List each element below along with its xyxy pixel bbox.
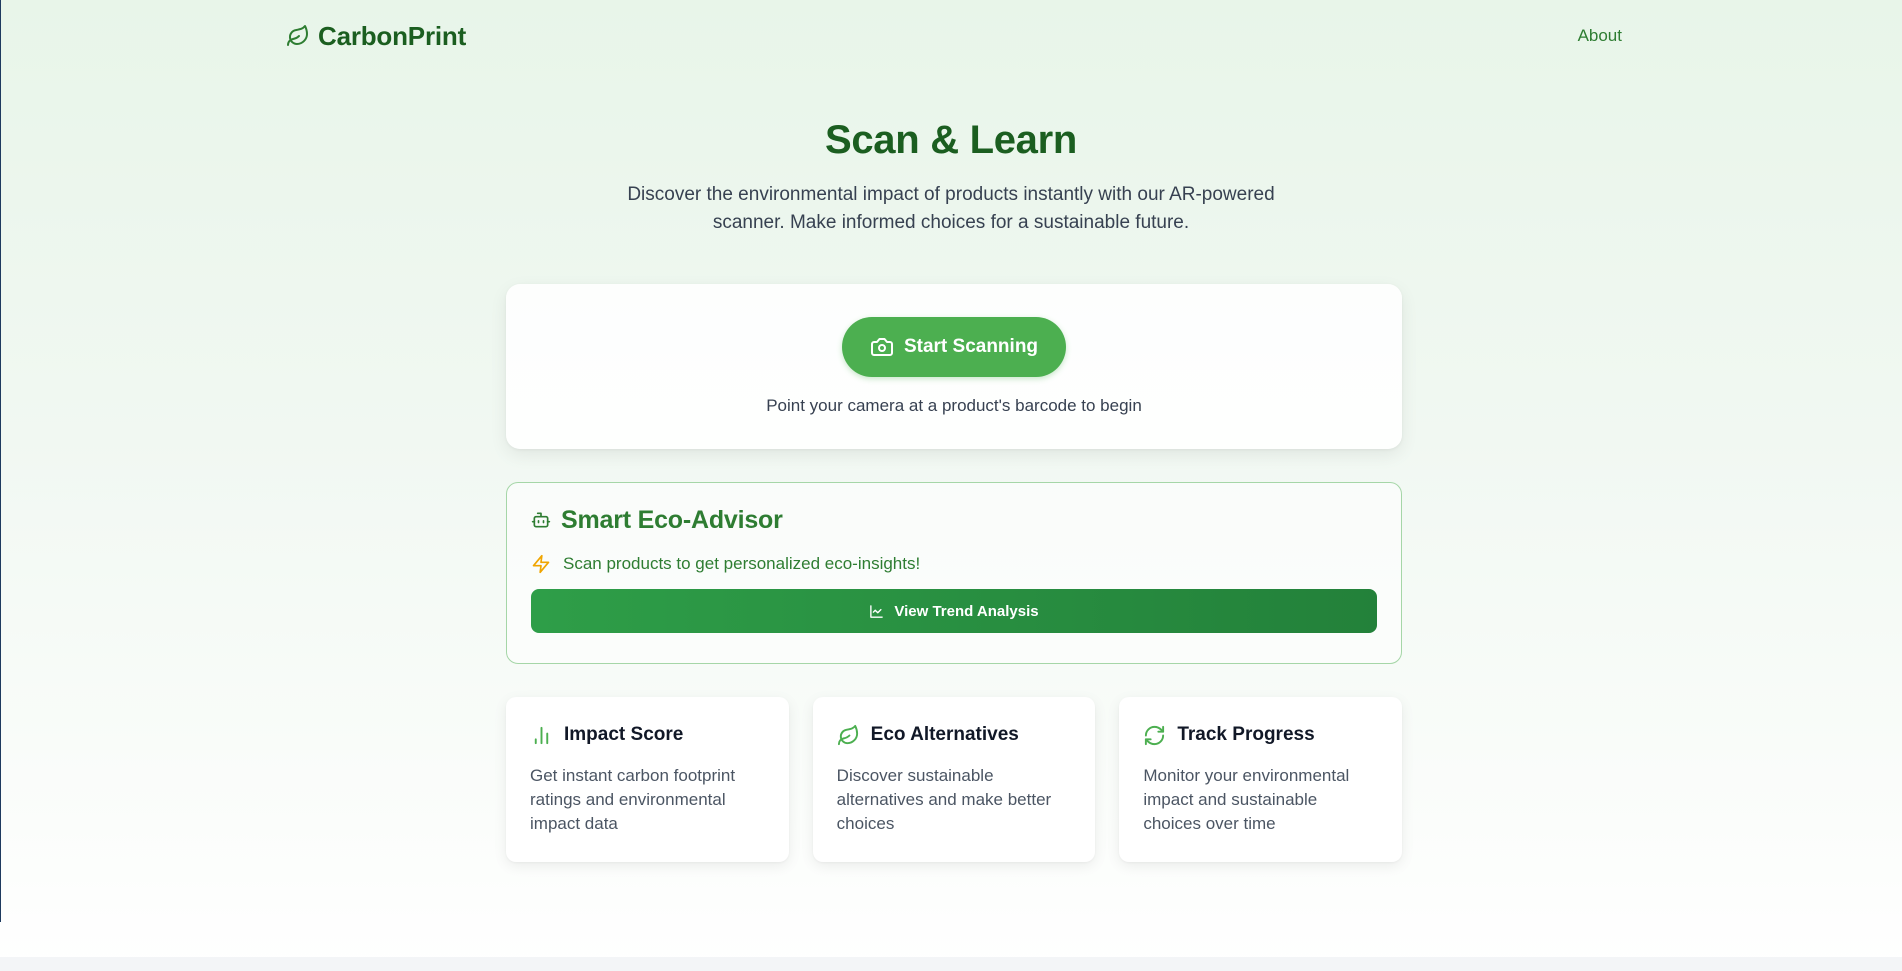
lightning-icon (531, 554, 551, 574)
feature-title: Eco Alternatives (870, 724, 1019, 745)
camera-icon (870, 335, 894, 359)
bar-chart-icon (530, 724, 553, 747)
advisor-title: Smart Eco-Advisor (561, 505, 783, 534)
view-trend-analysis-button[interactable]: View Trend Analysis (531, 589, 1377, 633)
refresh-icon (1143, 724, 1166, 747)
nav-about-link[interactable]: About (1578, 26, 1622, 46)
start-scanning-label: Start Scanning (903, 336, 1039, 357)
feature-title: Track Progress (1177, 724, 1315, 745)
trend-button-label: View Trend Analysis (894, 602, 1039, 620)
bottom-strip (0, 957, 1902, 971)
brand[interactable]: CarbonPrint (286, 21, 466, 52)
feature-header: Eco Alternatives (837, 721, 1072, 749)
eco-advisor-panel: Smart Eco-Advisor Scan products to get p… (506, 482, 1402, 664)
feature-description: Monitor your environmental impact and su… (1143, 766, 1350, 833)
leaf-icon (837, 724, 860, 747)
feature-card-track-progress: Track Progress Monitor your environmenta… (1119, 697, 1403, 862)
top-nav: CarbonPrint About (286, 0, 1622, 72)
line-chart-icon (869, 604, 884, 619)
scanner-card: Start Scanning Point your camera at a pr… (506, 284, 1402, 449)
feature-header: Impact Score (530, 721, 765, 749)
advisor-header: Smart Eco-Advisor (531, 503, 1377, 537)
feature-description: Get instant carbon footprint ratings and… (530, 766, 736, 833)
brand-name: CarbonPrint (318, 20, 467, 51)
scan-hint: Point your camera at a product's barcode… (766, 396, 1142, 415)
hero: Scan & Learn Discover the environmental … (0, 118, 1902, 237)
leaf-icon (286, 24, 310, 48)
robot-icon (531, 510, 551, 530)
feature-description: Discover sustainable alternatives and ma… (836, 766, 1052, 833)
advisor-tip-text: Scan products to get personalized eco-in… (563, 554, 921, 573)
page-title: Scan & Learn (824, 118, 1078, 162)
feature-card-eco-alternatives: Eco Alternatives Discover sustainable al… (812, 697, 1096, 862)
feature-title: Impact Score (564, 724, 684, 745)
hero-subtitle: Discover the environmental impact of pro… (627, 184, 1275, 233)
feature-card-impact-score: Impact Score Get instant carbon footprin… (506, 697, 789, 862)
feature-cards: Impact Score Get instant carbon footprin… (506, 697, 1403, 862)
start-scanning-button[interactable]: Start Scanning (842, 317, 1066, 377)
advisor-tip: Scan products to get personalized eco-in… (531, 551, 1377, 577)
feature-header: Track Progress (1143, 721, 1378, 749)
